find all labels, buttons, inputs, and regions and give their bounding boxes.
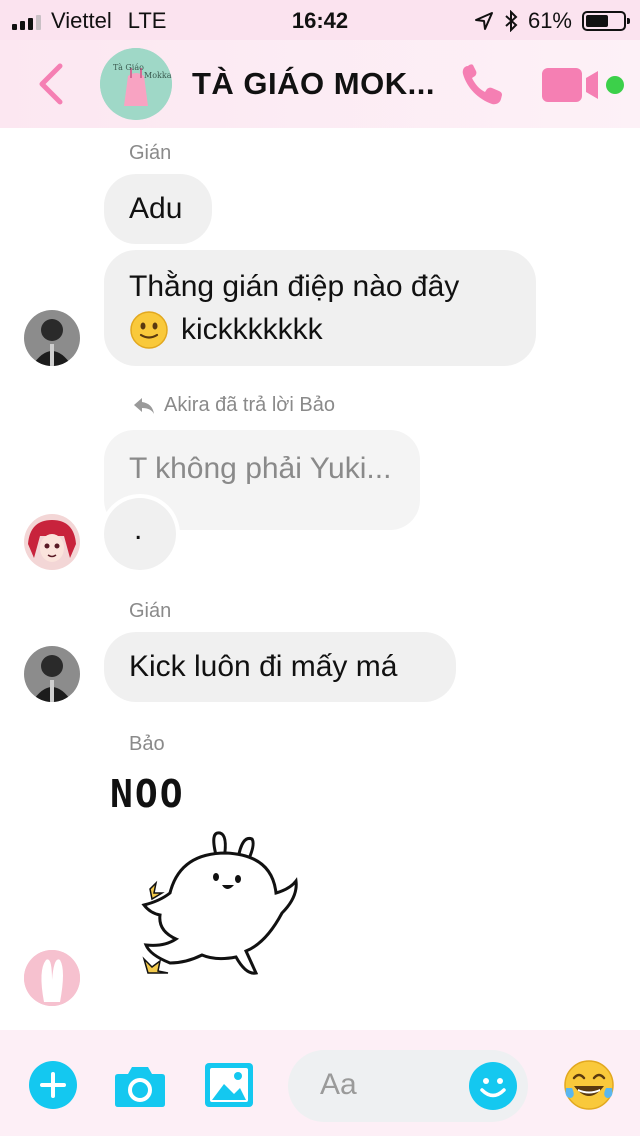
- message-text: kickkkkkkk: [181, 313, 323, 346]
- chat-header: Tà Giáo Mokka TÀ GIÁO MOK...: [0, 40, 640, 128]
- bluetooth-icon: [505, 10, 518, 32]
- avatar[interactable]: [24, 950, 80, 1006]
- online-indicator: [606, 76, 624, 94]
- camera-icon[interactable]: [114, 1064, 166, 1108]
- phone-icon[interactable]: [458, 62, 508, 108]
- slight-smile-emoji: [130, 310, 168, 349]
- reply-note-text: Akira đã trả lời Bảo: [164, 394, 335, 416]
- message-text: .: [134, 513, 143, 546]
- message-input[interactable]: Aa: [288, 1050, 528, 1122]
- laugh-emoji-icon[interactable]: [562, 1058, 616, 1112]
- avatar[interactable]: [24, 310, 80, 366]
- video-icon[interactable]: [542, 68, 602, 102]
- message-text: Kick luôn đi mấy má: [129, 650, 398, 683]
- sender-name: Bảo: [129, 733, 165, 755]
- group-avatar[interactable]: Tà Giáo Mokka: [100, 48, 172, 120]
- message-text: Adu: [129, 192, 183, 225]
- message-list[interactable]: Gián Adu Thằng gián điệp nào đây kickkkk…: [0, 128, 640, 1028]
- status-bar: Viettel LTE 16:42 61%: [0, 0, 640, 40]
- avatar[interactable]: [24, 646, 80, 702]
- group-avatar-image: Tà Giáo Mokka: [100, 48, 172, 120]
- message-bubble[interactable]: .: [104, 498, 176, 570]
- back-icon[interactable]: [34, 62, 74, 106]
- svg-text:Tà Giáo: Tà Giáo: [113, 63, 144, 72]
- reply-note: Akira đã trả lời Bảo: [132, 394, 335, 417]
- message-bubble[interactable]: Thằng gián điệp nào đây kickkkkkkk: [104, 250, 536, 366]
- reply-icon: [134, 397, 154, 414]
- message-bubble[interactable]: Adu: [104, 174, 212, 244]
- battery-percent: 61%: [527, 8, 572, 33]
- message-text: Thằng gián điệp nào đây: [129, 270, 460, 303]
- image-icon[interactable]: [204, 1062, 254, 1108]
- svg-text:Mokka: Mokka: [144, 71, 172, 80]
- message-input-placeholder: Aa: [320, 1068, 357, 1101]
- battery-fill: [586, 15, 608, 27]
- sticker-caption: NOO: [110, 772, 185, 816]
- group-title[interactable]: TÀ GIÁO MOK...: [192, 66, 435, 102]
- plus-icon[interactable]: [28, 1060, 78, 1110]
- quoted-text: T không phải Yuki...: [129, 452, 392, 485]
- message-bubble[interactable]: Kick luôn đi mấy má: [104, 632, 456, 702]
- avatar[interactable]: [24, 514, 80, 570]
- sender-name: Gián: [129, 600, 172, 622]
- location-arrow-icon: [474, 12, 493, 30]
- smile-icon[interactable]: [468, 1061, 518, 1111]
- sender-name: Gián: [129, 142, 172, 164]
- composer-bar: Aa: [0, 1030, 640, 1136]
- bunny-sticker[interactable]: [106, 818, 306, 1028]
- battery-icon: [582, 11, 630, 31]
